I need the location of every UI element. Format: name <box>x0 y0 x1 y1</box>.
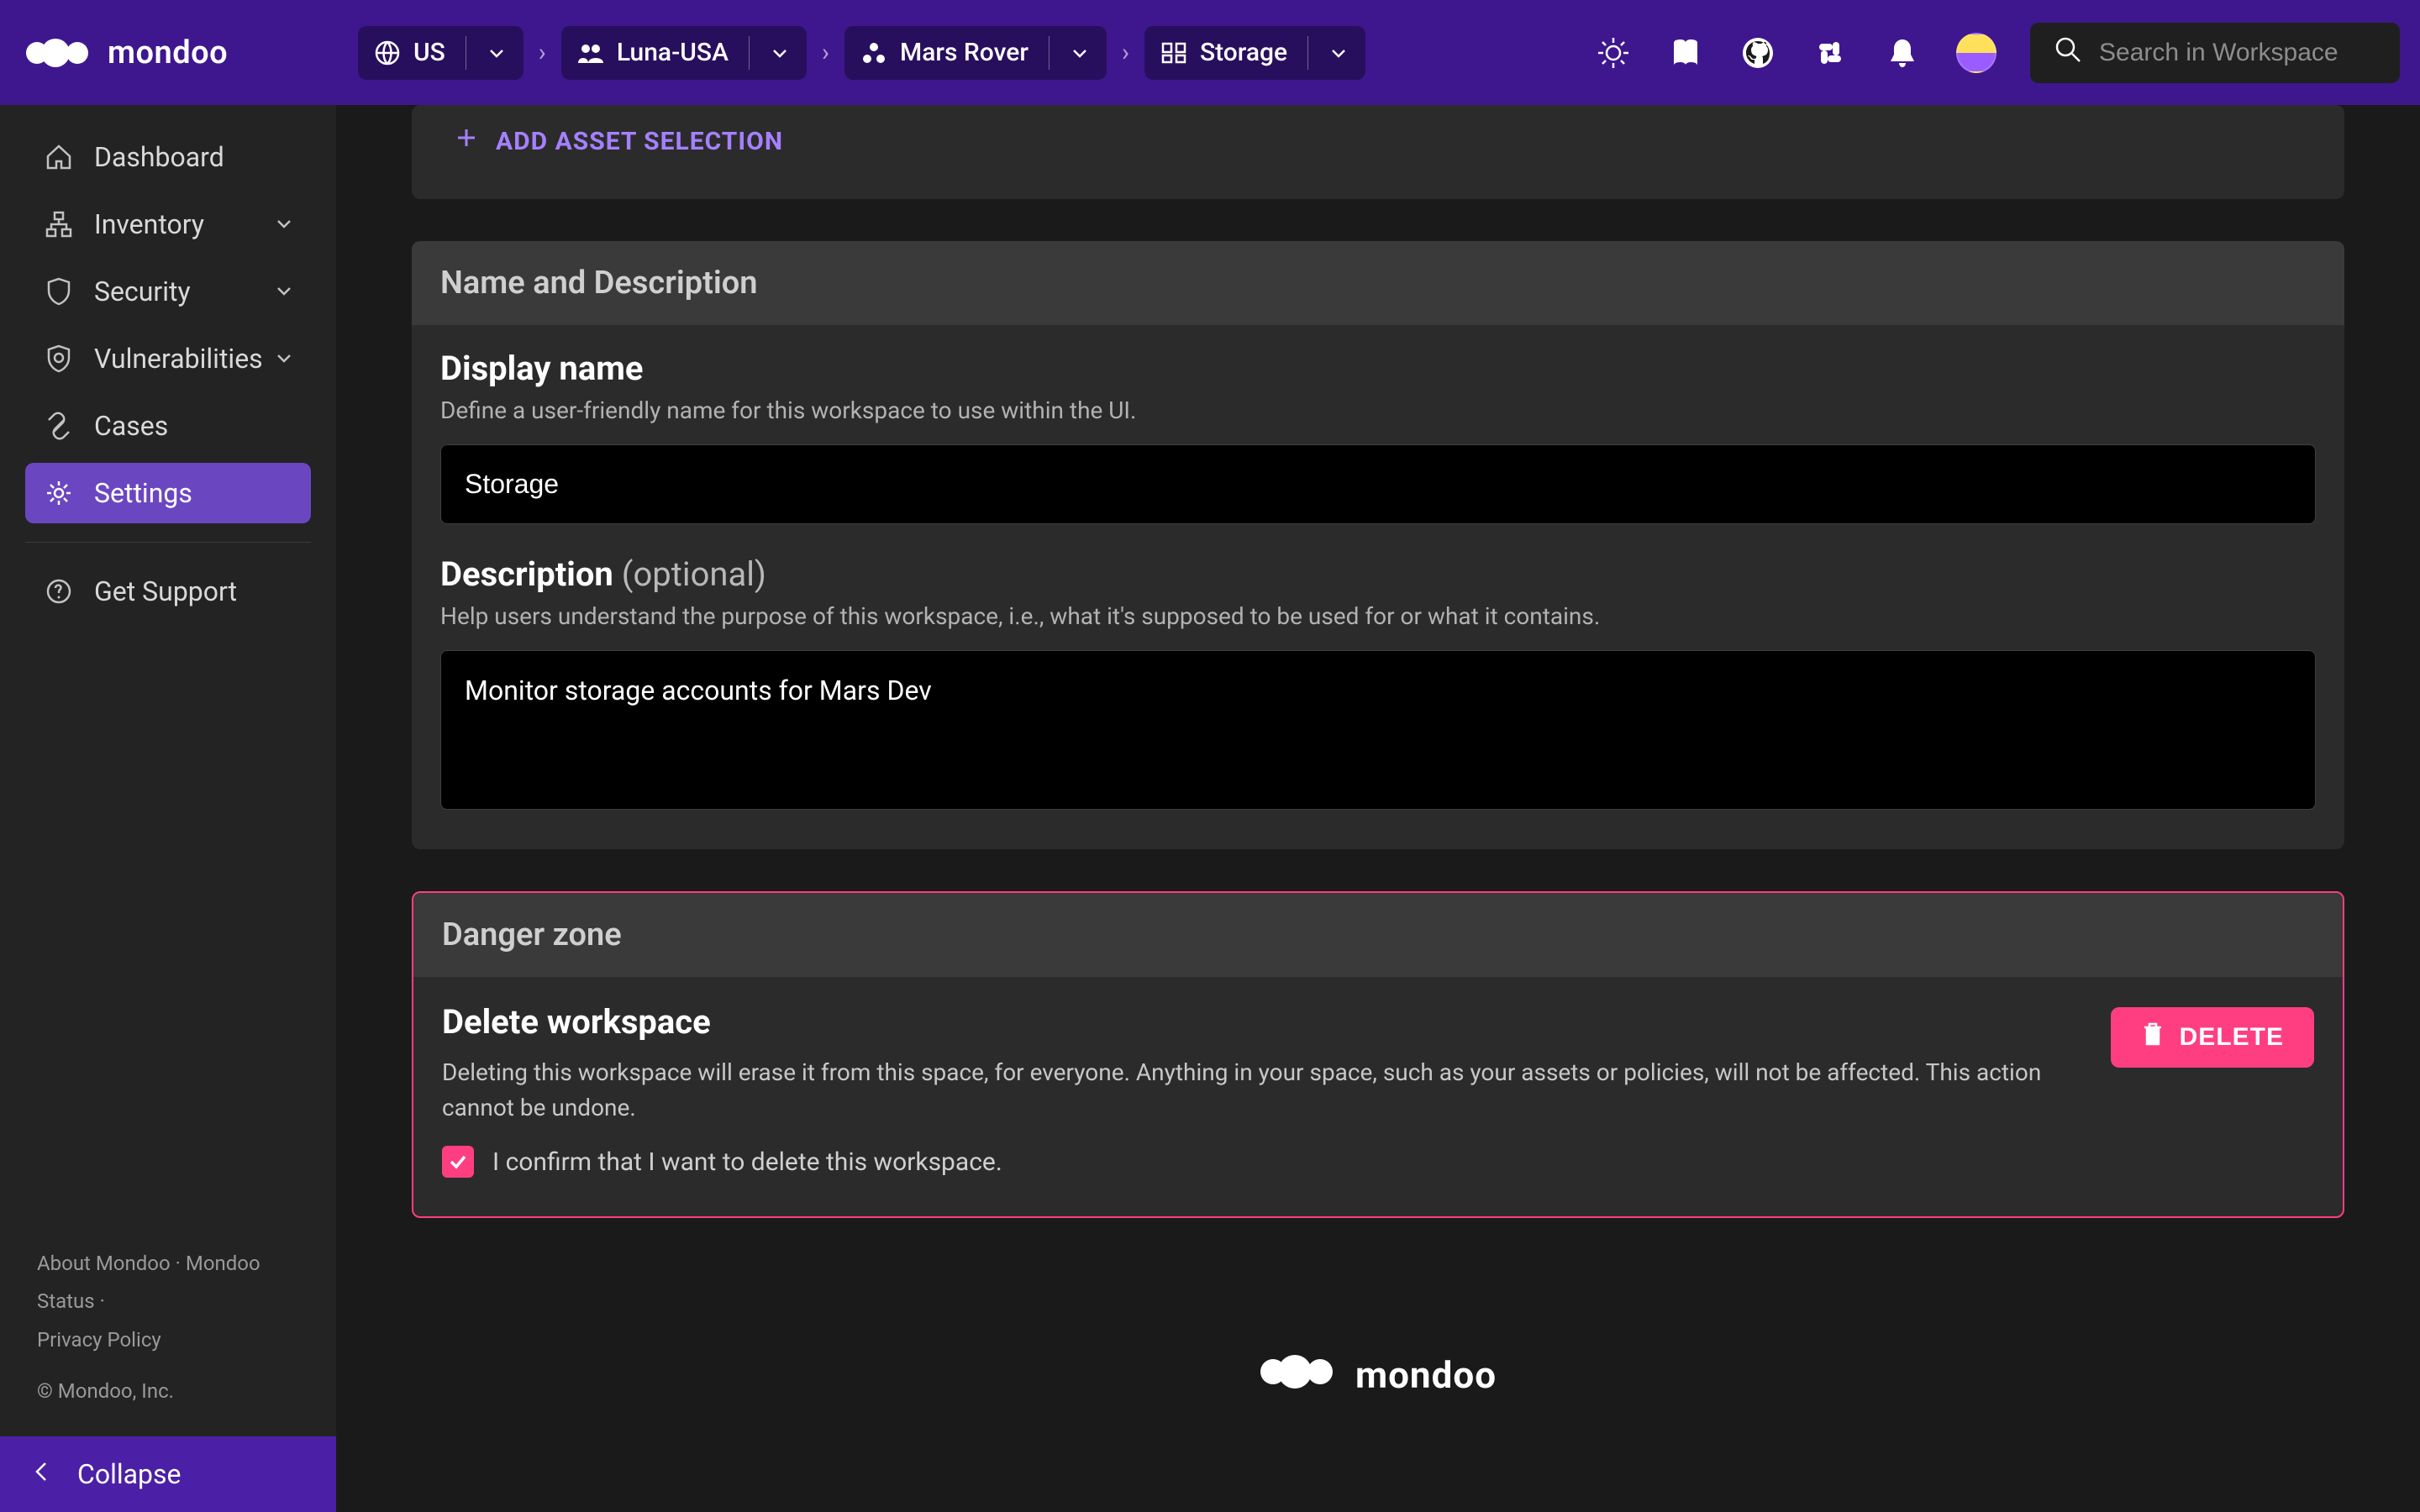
cluster-icon <box>860 39 888 67</box>
footer-privacy-link[interactable]: Privacy Policy <box>37 1328 161 1352</box>
group-icon <box>576 39 605 67</box>
sidebar-item-label: Vulnerabilities <box>94 343 263 375</box>
name-description-card: Name and Description Display name Define… <box>412 241 2344 849</box>
sidebar-item-inventory[interactable]: Inventory <box>25 194 311 255</box>
sidebar-item-cases[interactable]: Cases <box>25 396 311 456</box>
sidebar-item-label: Get Support <box>94 575 237 607</box>
sidebar-item-label: Cases <box>94 410 168 442</box>
sidebar-footer: About Mondoo · Mondoo Status · Privacy P… <box>0 1245 336 1436</box>
slack-icon[interactable] <box>1812 34 1849 71</box>
bell-icon[interactable] <box>1884 34 1921 71</box>
sidebar-item-label: Settings <box>94 477 192 509</box>
brand-wordmark: mondoo <box>1355 1353 1497 1397</box>
delete-workspace-text: Deleting this workspace will erase it fr… <box>442 1055 2077 1126</box>
breadcrumb-workspace[interactable]: Storage <box>1144 26 1365 80</box>
display-name-title: Display name <box>440 349 2316 388</box>
breadcrumb-space[interactable]: Mars Rover <box>844 26 1107 80</box>
delete-button[interactable]: DELETE <box>2111 1007 2314 1068</box>
breadcrumb-separator: › <box>535 38 550 67</box>
collapse-label: Collapse <box>77 1458 182 1490</box>
brand-footer: mondoo <box>412 1260 2344 1431</box>
brand-logomark-icon <box>25 36 91 70</box>
danger-zone-card: Danger zone Delete workspace Deleting th… <box>412 891 2344 1218</box>
display-name-help: Define a user-friendly name for this wor… <box>440 396 2316 424</box>
clip-icon <box>44 411 74 441</box>
sitemap-icon <box>44 209 74 239</box>
description-title: Description (optional) <box>440 554 2316 594</box>
footer-copyright: © Mondoo, Inc. <box>37 1373 299 1411</box>
sidebar-item-vulnerabilities[interactable]: Vulnerabilities <box>25 328 311 389</box>
home-icon <box>44 142 74 172</box>
danger-zone-header: Danger zone <box>413 893 2343 977</box>
workspace-icon <box>1160 39 1188 67</box>
sidebar-item-settings[interactable]: Settings <box>25 463 311 523</box>
description-input[interactable] <box>440 650 2316 810</box>
collapse-sidebar-button[interactable]: Collapse <box>0 1436 336 1512</box>
breadcrumb-separator: › <box>1118 38 1133 67</box>
delete-button-label: DELETE <box>2180 1023 2284 1052</box>
breadcrumb-space-label: Mars Rover <box>900 38 1028 67</box>
theme-toggle-icon[interactable] <box>1595 34 1632 71</box>
brand-wordmark: mondoo <box>108 34 228 71</box>
chevron-down-icon[interactable] <box>765 38 795 68</box>
asset-selection-card: ADD ASSET SELECTION <box>412 105 2344 199</box>
plus-icon <box>454 125 479 157</box>
breadcrumb-org[interactable]: Luna-USA <box>561 26 807 80</box>
chevron-down-icon <box>274 276 294 307</box>
main-content: ADD ASSET SELECTION Name and Description… <box>336 105 2420 1512</box>
breadcrumb-region[interactable]: US <box>358 26 523 80</box>
trash-icon <box>2141 1021 2165 1054</box>
chevron-left-icon <box>30 1458 54 1490</box>
sidebar-item-dashboard[interactable]: Dashboard <box>25 127 311 187</box>
sidebar-item-label: Security <box>94 276 191 307</box>
search-icon <box>2054 35 2082 70</box>
chevron-down-icon[interactable] <box>481 38 512 68</box>
github-icon[interactable] <box>1739 34 1776 71</box>
docs-icon[interactable] <box>1667 34 1704 71</box>
sidebar-item-security[interactable]: Security <box>25 261 311 322</box>
chevron-down-icon <box>274 208 294 240</box>
topbar: mondoo US › Luna-USA › <box>0 0 2420 105</box>
breadcrumb-region-label: US <box>413 38 445 67</box>
bug-shield-icon <box>44 344 74 374</box>
search-box[interactable] <box>2030 23 2400 83</box>
confirm-delete-label: I confirm that I want to delete this wor… <box>492 1147 1002 1177</box>
sidebar-item-label: Dashboard <box>94 141 224 173</box>
confirm-delete-checkbox[interactable] <box>442 1146 474 1178</box>
name-description-header: Name and Description <box>412 241 2344 325</box>
sidebar: Dashboard Inventory Security <box>0 105 336 1512</box>
add-asset-selection-button[interactable]: ADD ASSET SELECTION <box>412 105 2344 199</box>
topbar-actions <box>1595 33 1996 73</box>
shield-icon <box>44 276 74 307</box>
sidebar-item-support[interactable]: Get Support <box>25 561 311 622</box>
globe-icon <box>373 39 402 67</box>
add-asset-selection-label: ADD ASSET SELECTION <box>496 127 783 156</box>
search-input[interactable] <box>2099 39 2376 67</box>
breadcrumb-workspace-label: Storage <box>1200 38 1287 67</box>
chevron-down-icon[interactable] <box>1065 38 1095 68</box>
chevron-down-icon <box>274 343 294 375</box>
display-name-input[interactable] <box>440 444 2316 524</box>
help-icon <box>44 576 74 606</box>
breadcrumb: US › Luna-USA › Mars Rover <box>358 26 1365 80</box>
gear-icon <box>44 478 74 508</box>
sidebar-item-label: Inventory <box>94 208 204 240</box>
brand-logomark-icon <box>1260 1352 1335 1397</box>
breadcrumb-org-label: Luna-USA <box>617 38 729 67</box>
brand-logo[interactable]: mondoo <box>25 34 345 71</box>
footer-about-link[interactable]: About Mondoo <box>37 1252 171 1275</box>
chevron-down-icon[interactable] <box>1323 38 1354 68</box>
avatar[interactable] <box>1956 33 1996 73</box>
breadcrumb-separator: › <box>818 38 833 67</box>
delete-workspace-title: Delete workspace <box>442 1002 2077 1042</box>
description-help: Help users understand the purpose of thi… <box>440 602 2316 630</box>
